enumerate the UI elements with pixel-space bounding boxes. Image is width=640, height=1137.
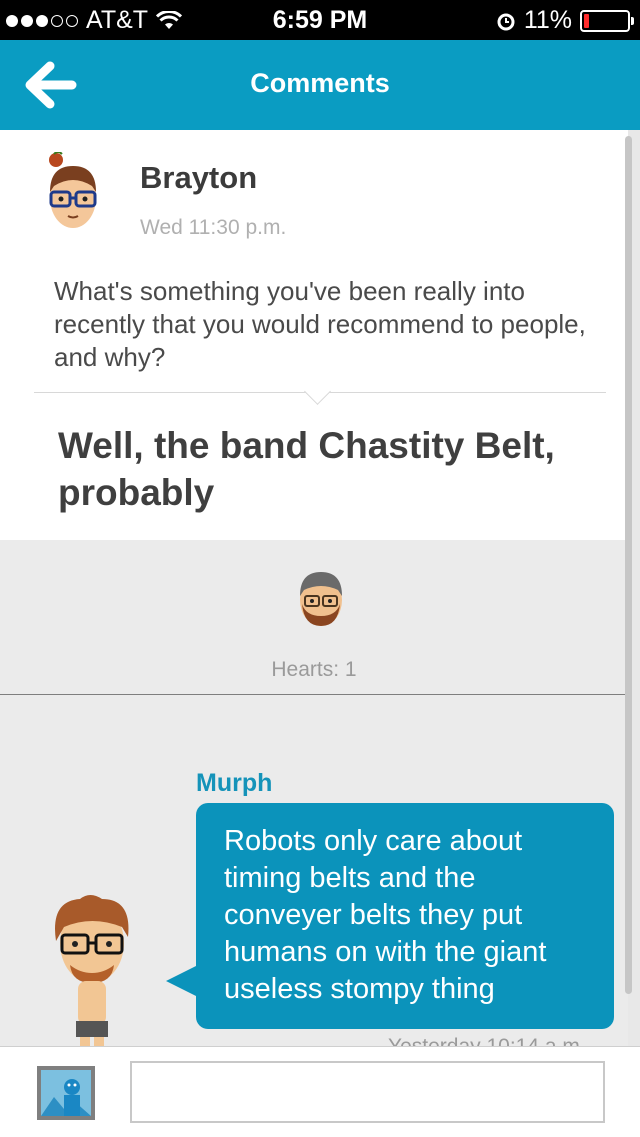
hearts-section: Hearts: 1 bbox=[0, 540, 628, 694]
comment-bubble: Robots only care about timing belts and … bbox=[196, 803, 614, 1029]
comment-author-name[interactable]: Murph bbox=[196, 769, 272, 798]
battery-icon bbox=[580, 9, 634, 32]
post-question: What's something you've been really into… bbox=[54, 276, 586, 372]
hearts-count[interactable]: Hearts: 1 bbox=[0, 658, 628, 682]
post-card: Brayton Wed 11:30 p.m. What's something … bbox=[0, 130, 628, 540]
image-attach-icon[interactable] bbox=[36, 1065, 96, 1121]
scrollbar[interactable] bbox=[625, 136, 632, 994]
bubble-tail bbox=[166, 965, 198, 997]
comment-input[interactable] bbox=[130, 1061, 605, 1123]
status-bar: AT&T 6:59 PM 11% bbox=[0, 0, 640, 40]
post-timestamp: Wed 11:30 p.m. bbox=[140, 216, 287, 239]
comment-list: Murph Robots only care about timing belt… bbox=[0, 695, 628, 1047]
status-right: 11% bbox=[496, 6, 634, 35]
battery-percent: 11% bbox=[523, 6, 572, 34]
alarm-icon bbox=[497, 13, 515, 30]
post-answer: Well, the band Chastity Belt, probably bbox=[58, 425, 555, 513]
nav-header: Comments bbox=[0, 40, 640, 130]
post-author-name[interactable]: Brayton bbox=[140, 160, 257, 196]
comment-text: Robots only care about timing belts and … bbox=[224, 825, 547, 1005]
heart-giver-avatar[interactable] bbox=[296, 568, 346, 630]
comment-author-avatar[interactable] bbox=[40, 891, 150, 1047]
divider-notch bbox=[304, 378, 331, 405]
page-title: Comments bbox=[250, 68, 390, 98]
comment-composer bbox=[0, 1046, 640, 1137]
author-avatar[interactable] bbox=[38, 152, 108, 236]
